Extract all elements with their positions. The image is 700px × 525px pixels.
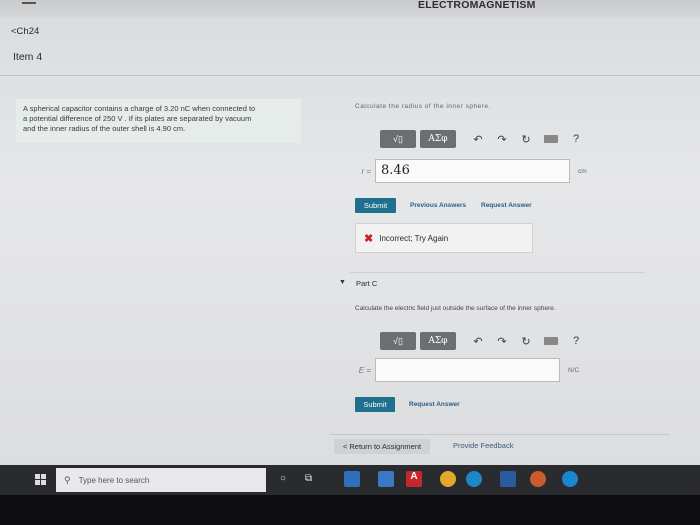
edge-icon[interactable]: [562, 471, 578, 487]
windows-taskbar: ⚲ Type here to search ○ ⧉ A: [0, 465, 700, 495]
undo-icon[interactable]: ↶: [472, 335, 484, 348]
search-placeholder: Type here to search: [78, 475, 150, 485]
partb-question: Calculate the radius of the inner sphere…: [355, 103, 491, 110]
search-icon: ⚲: [64, 474, 71, 485]
sqrt-template-button[interactable]: √▯: [380, 332, 416, 350]
minimize-icon[interactable]: [22, 2, 36, 4]
store-icon[interactable]: [344, 471, 360, 487]
partc-math-toolbar: √▯ ΑΣφ ↶ ↷ ↻ ?: [380, 332, 582, 350]
partc-answer-label: E =: [358, 365, 371, 375]
chrome-icon[interactable]: [440, 471, 456, 487]
partb-math-toolbar: √▯ ΑΣφ ↶ ↷ ↻ ?: [380, 130, 582, 148]
task-view-icon[interactable]: ⧉: [305, 473, 312, 484]
browser-screen: ELECTROMAGNETISM <Ch24 Item 4 A spherica…: [0, 0, 700, 468]
partc-title[interactable]: Part C: [356, 279, 377, 288]
windows-start-icon[interactable]: [35, 474, 47, 486]
partb-request-answer-link[interactable]: Request Answer: [481, 202, 532, 209]
greek-symbols-button[interactable]: ΑΣφ: [420, 332, 456, 350]
collapse-arrow-icon[interactable]: ▼: [339, 279, 346, 286]
problem-statement: A spherical capacitor contains a charge …: [16, 99, 301, 143]
incorrect-icon: ✖: [364, 232, 374, 245]
mail-icon[interactable]: [378, 471, 394, 487]
item-title: Item 4: [13, 51, 43, 63]
chapter-back-link[interactable]: <Ch24: [11, 26, 39, 37]
partb-answer-input[interactable]: 8.46: [375, 159, 570, 183]
cortana-icon[interactable]: ○: [280, 473, 286, 484]
partb-answer-label: r =: [361, 166, 371, 176]
sqrt-template-button[interactable]: √▯: [380, 130, 416, 148]
redo-icon[interactable]: ↷: [496, 133, 508, 146]
app-title: ELECTROMAGNETISM: [418, 0, 536, 11]
problem-line-3: and the inner radius of the outer shell …: [23, 124, 186, 133]
keyboard-icon[interactable]: [544, 135, 558, 143]
help-icon[interactable]: ?: [570, 335, 582, 347]
partc-unit: N/C: [568, 366, 580, 374]
partc-submit-button[interactable]: Submit: [355, 397, 395, 412]
header-divider: [0, 75, 700, 76]
partc-answer-row: E = N/C: [351, 358, 579, 382]
browser-app-icon[interactable]: [530, 471, 546, 487]
previous-answers-link[interactable]: Previous Answers: [410, 202, 466, 209]
partb-unit: cm: [578, 167, 587, 175]
partc-divider: [350, 272, 645, 273]
footer-divider: [330, 434, 670, 435]
feedback-box: ✖ Incorrect; Try Again: [355, 223, 533, 253]
partc-request-answer-link[interactable]: Request Answer: [409, 401, 460, 408]
word-icon[interactable]: [500, 471, 516, 487]
office-app-icon[interactable]: A: [406, 471, 422, 487]
reset-icon[interactable]: ↻: [520, 335, 532, 348]
partc-question: Calculate the electric field just outsid…: [355, 305, 556, 312]
problem-line-2: a potential difference of 250 V . If its…: [23, 114, 252, 123]
feedback-message: Incorrect; Try Again: [379, 233, 449, 243]
provide-feedback-link[interactable]: Provide Feedback: [453, 441, 513, 450]
keyboard-icon[interactable]: [544, 337, 558, 345]
reset-icon[interactable]: ↻: [520, 133, 532, 146]
problem-line-1: A spherical capacitor contains a charge …: [23, 104, 256, 113]
redo-icon[interactable]: ↷: [496, 335, 508, 348]
partb-submit-button[interactable]: Submit: [355, 198, 396, 213]
greek-symbols-button[interactable]: ΑΣφ: [420, 130, 456, 148]
music-app-icon[interactable]: [466, 471, 482, 487]
undo-icon[interactable]: ↶: [472, 133, 484, 146]
help-icon[interactable]: ?: [570, 133, 582, 145]
screen-bezel: [0, 495, 700, 525]
partc-answer-input[interactable]: [375, 358, 560, 382]
return-to-assignment-button[interactable]: < Return to Assignment: [334, 439, 430, 454]
partb-answer-row: r = 8.46 cm: [351, 159, 587, 183]
taskbar-search-input[interactable]: ⚲ Type here to search: [56, 468, 266, 492]
top-bar: ELECTROMAGNETISM: [0, 0, 700, 18]
